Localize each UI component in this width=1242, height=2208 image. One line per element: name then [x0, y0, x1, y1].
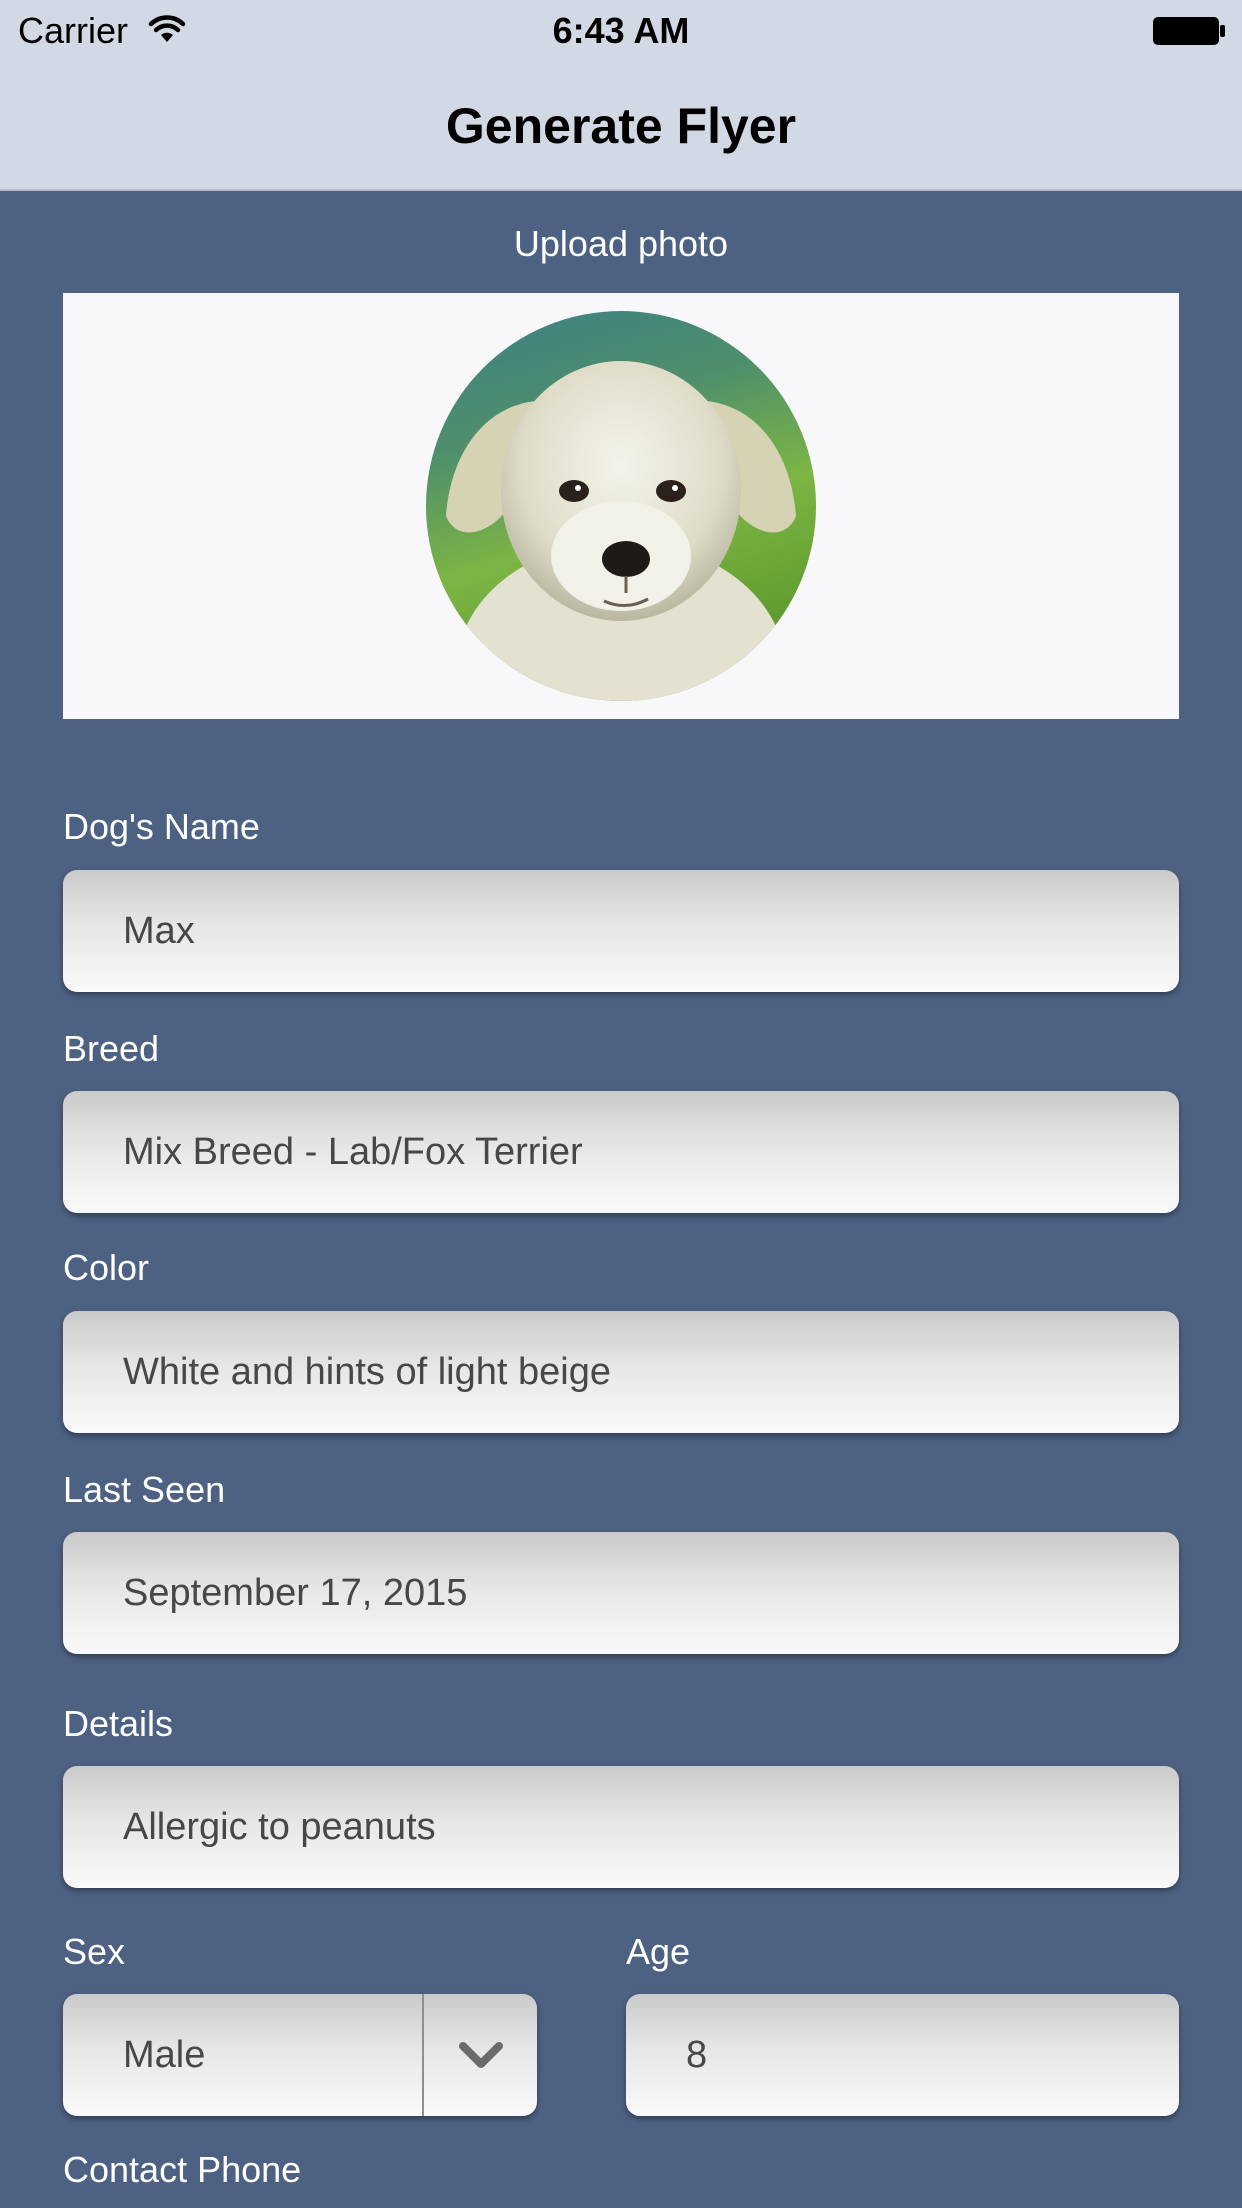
details-value: Allergic to peanuts [123, 1806, 436, 1848]
chevron-down-icon[interactable] [457, 2038, 505, 2072]
navigation-bar: Generate Flyer [0, 60, 1242, 191]
upload-photo-button[interactable]: Upload photo [0, 222, 1242, 266]
last-seen-label: Last Seen [63, 1469, 226, 1510]
status-time: 6:43 AM [552, 10, 690, 51]
photo-preview-area[interactable] [63, 293, 1179, 719]
select-divider [422, 1994, 424, 2116]
breed-label: Breed [63, 1028, 160, 1069]
last-seen-input[interactable]: September 17, 2015 [63, 1532, 1179, 1654]
color-value: White and hints of light beige [123, 1351, 611, 1393]
details-input[interactable]: Allergic to peanuts [63, 1766, 1179, 1888]
last-seen-value: September 17, 2015 [123, 1572, 468, 1614]
contact-phone-label: Contact Phone [63, 2149, 302, 2190]
dogs-name-value: Max [123, 910, 195, 952]
sex-label: Sex [63, 1931, 126, 1972]
breed-value: Mix Breed - Lab/Fox Terrier [123, 1131, 583, 1173]
color-label: Color [63, 1247, 150, 1288]
age-value: 8 [686, 2034, 708, 2076]
battery-icon [1153, 17, 1225, 45]
dogs-name-input[interactable]: Max [63, 870, 1179, 992]
age-label: Age [626, 1931, 691, 1972]
age-input[interactable]: 8 [626, 1994, 1179, 2116]
status-bar: Carrier 6:43 AM [0, 0, 1242, 60]
color-input[interactable]: White and hints of light beige [63, 1311, 1179, 1433]
details-label: Details [63, 1703, 174, 1744]
breed-input[interactable]: Mix Breed - Lab/Fox Terrier [63, 1091, 1179, 1213]
dogs-name-label: Dog's Name [63, 806, 260, 847]
page-title: Generate Flyer [445, 98, 797, 154]
sex-select[interactable]: Male [63, 1994, 537, 2116]
dog-photo[interactable] [426, 311, 816, 701]
sex-value: Male [123, 2034, 206, 2076]
